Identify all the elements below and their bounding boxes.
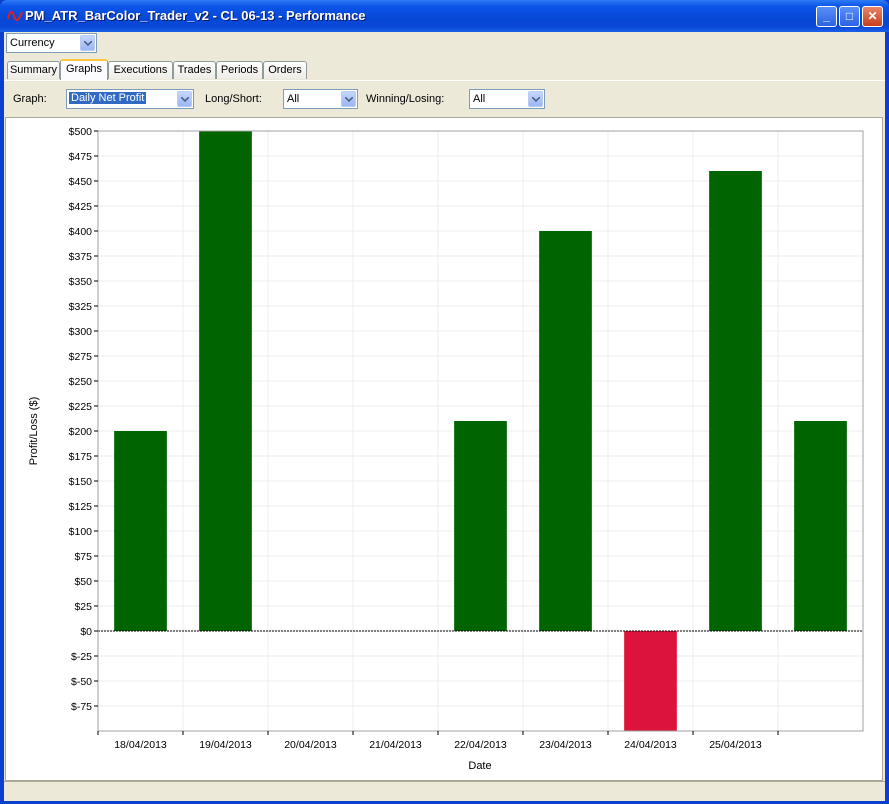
- y-tick-label: $300: [69, 326, 93, 338]
- tab-executions[interactable]: Executions: [108, 61, 173, 79]
- x-tick-label: 22/04/2013: [454, 739, 507, 751]
- chevron-down-icon[interactable]: [177, 91, 192, 107]
- tab-periods[interactable]: Periods: [216, 61, 263, 79]
- maximize-button[interactable]: □: [839, 6, 860, 27]
- bar-18-04-2013[interactable]: [114, 431, 167, 631]
- y-tick-label: $350: [69, 276, 93, 288]
- tab-trades[interactable]: Trades: [173, 61, 216, 79]
- graph-options-toolbar: Graph: Daily Net Profit Long/Short: All …: [4, 80, 885, 118]
- x-tick-label: 23/04/2013: [539, 739, 592, 751]
- y-tick-label: $375: [69, 251, 93, 263]
- y-tick-label: $-25: [71, 651, 92, 663]
- y-tick-label: $325: [69, 301, 93, 313]
- chevron-down-icon[interactable]: [528, 91, 543, 107]
- tab-graphs[interactable]: Graphs: [60, 59, 108, 80]
- x-tick-label: 19/04/2013: [199, 739, 252, 751]
- y-tick-label: $-50: [71, 676, 92, 688]
- long-short-value: All: [287, 93, 300, 105]
- window-title: PM_ATR_BarColor_Trader_v2 - CL 06-13 - P…: [25, 8, 366, 23]
- daily-net-profit-chart: $500 $475 $450 $425 $400 $375 $350 $325 $300 $275…: [28, 126, 864, 772]
- y-tick-label: $-75: [71, 701, 92, 713]
- graph-type-value: Daily Net Profit: [69, 92, 147, 104]
- x-tick-label: 20/04/2013: [284, 739, 337, 751]
- winning-losing-select[interactable]: All: [469, 89, 545, 109]
- y-tick-label: $500: [69, 126, 93, 138]
- x-tick-label: 21/04/2013: [369, 739, 422, 751]
- y-tick-label: $400: [69, 226, 93, 238]
- chart-panel: $500 $475 $450 $425 $400 $375 $350 $325 $300 $275…: [5, 117, 883, 781]
- x-tick-label: 25/04/2013: [709, 739, 762, 751]
- y-tick-label: $425: [69, 201, 93, 213]
- y-tick-label: $475: [69, 151, 93, 163]
- strategy-wave-icon: [7, 10, 23, 22]
- y-tick-label: $0: [80, 626, 92, 638]
- window-client-area: Currency Summary Graphs Executions Trade…: [4, 32, 885, 801]
- y-tick-label: $450: [69, 176, 93, 188]
- x-tick-label: 24/04/2013: [624, 739, 677, 751]
- tab-summary[interactable]: Summary: [7, 61, 60, 79]
- y-tick-label: $75: [74, 551, 92, 563]
- y-tick-label: $225: [69, 401, 93, 413]
- bar-25-04-2013[interactable]: [709, 171, 762, 631]
- bar-19-04-2013[interactable]: [199, 131, 252, 631]
- y-tick-label: $125: [69, 501, 93, 513]
- display-unit-select[interactable]: Currency: [6, 33, 97, 53]
- graph-type-select[interactable]: Daily Net Profit: [66, 89, 194, 109]
- minimize-button[interactable]: _: [816, 6, 837, 27]
- x-tick-label: 18/04/2013: [114, 739, 167, 751]
- y-tick-label: $175: [69, 451, 93, 463]
- bar-22-04-2013[interactable]: [454, 421, 507, 631]
- winning-losing-label: Winning/Losing:: [366, 93, 445, 105]
- y-tick-label: $275: [69, 351, 93, 363]
- y-axis-label: Profit/Loss ($): [28, 397, 40, 465]
- y-tick-label: $150: [69, 476, 93, 488]
- y-tick-label: $50: [74, 576, 92, 588]
- performance-window: PM_ATR_BarColor_Trader_v2 - CL 06-13 - P…: [0, 0, 889, 804]
- bar-24-04-2013[interactable]: [624, 631, 677, 731]
- tab-orders[interactable]: Orders: [263, 61, 307, 79]
- bar-extra[interactable]: [794, 421, 847, 631]
- chevron-down-icon[interactable]: [341, 91, 356, 107]
- chevron-down-icon[interactable]: [80, 35, 95, 51]
- y-tick-label: $100: [69, 526, 93, 538]
- y-tick-label: $250: [69, 376, 93, 388]
- close-button[interactable]: ✕: [862, 6, 883, 27]
- status-bar: [4, 781, 885, 801]
- bar-23-04-2013[interactable]: [539, 231, 592, 631]
- graph-label: Graph:: [13, 93, 47, 105]
- long-short-label: Long/Short:: [205, 93, 262, 105]
- winning-losing-value: All: [473, 93, 486, 105]
- display-unit-value: Currency: [10, 37, 55, 49]
- y-tick-label: $25: [74, 601, 92, 613]
- title-bar[interactable]: PM_ATR_BarColor_Trader_v2 - CL 06-13 - P…: [0, 0, 889, 32]
- y-tick-label: $200: [69, 426, 93, 438]
- long-short-select[interactable]: All: [283, 89, 358, 109]
- x-axis-label: Date: [468, 760, 491, 772]
